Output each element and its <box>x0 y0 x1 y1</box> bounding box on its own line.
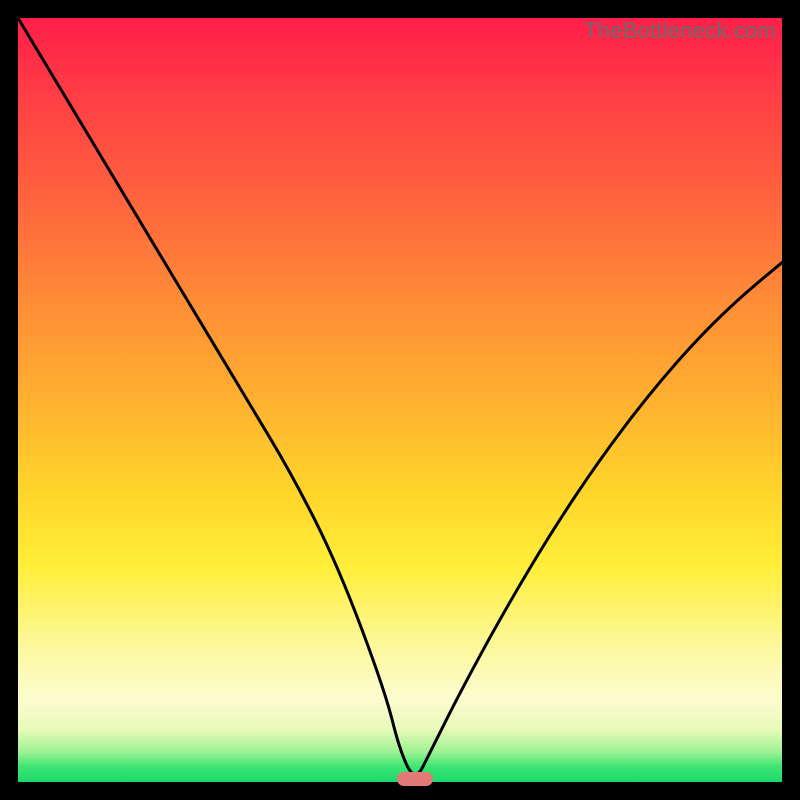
bottleneck-curve <box>18 18 782 782</box>
optimal-point-marker <box>397 772 433 786</box>
gradient-plot-area: TheBottleneck.com <box>18 18 782 782</box>
chart-frame: TheBottleneck.com <box>0 0 800 800</box>
curve-path <box>18 18 782 774</box>
